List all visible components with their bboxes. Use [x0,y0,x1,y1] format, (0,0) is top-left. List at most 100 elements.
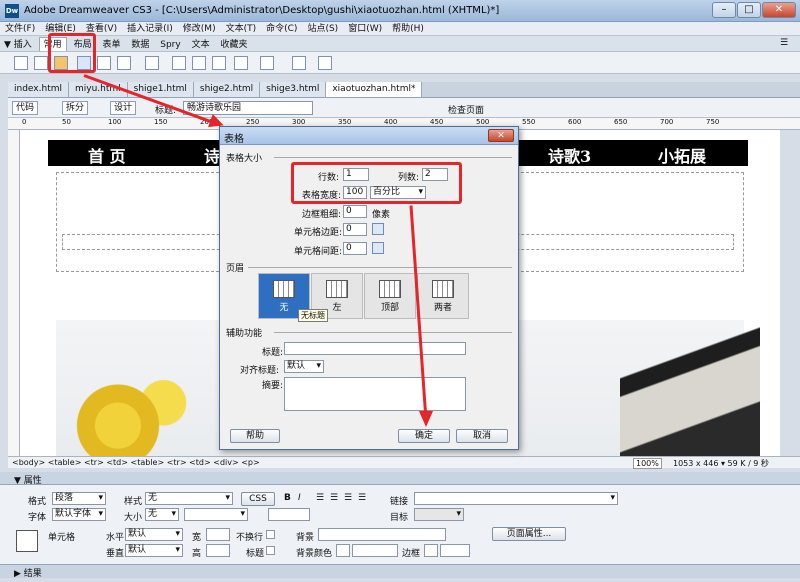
align-left-icon[interactable]: ☰ [316,493,324,503]
zoom-select[interactable]: 100% [633,458,662,469]
vert-select[interactable]: 默认 [125,544,183,557]
size-unit-select[interactable] [184,508,248,521]
target-label: 目标 [390,513,409,523]
bgcolor-input[interactable] [352,544,398,557]
page-properties-button[interactable]: 页面属性... [492,527,566,541]
results-panel-header[interactable]: ▶ 结果 [0,564,800,579]
horz-select[interactable]: 默认 [125,528,183,541]
nav-extension[interactable]: 小拓展 [658,143,706,167]
cancel-button[interactable]: 取消 [456,429,508,443]
tab-forms[interactable]: 表单 [98,38,124,52]
size-label: 大小 [124,513,143,523]
server-include-icon[interactable] [192,56,206,70]
tab-xiaotuozhan[interactable]: xiaotuozhan.html* [326,82,423,97]
check-page-button[interactable]: 检查页面 [448,103,484,116]
menu-window[interactable]: 窗口(W) [343,22,387,36]
templates-icon[interactable] [292,56,306,70]
dialog-title: 表格 [224,134,244,145]
header-both-option[interactable]: 两者 [417,273,469,319]
comment-icon[interactable] [212,56,226,70]
menu-help[interactable]: 帮助(H) [387,22,429,36]
style-label: 样式 [124,497,143,507]
menu-modify[interactable]: 修改(M) [178,22,221,36]
split-view-button[interactable]: 拆分 [62,101,89,115]
format-select[interactable]: 段落 [52,492,106,505]
border-color-input[interactable] [440,544,470,557]
design-view-button[interactable]: 设计 [110,101,137,115]
style-select[interactable]: 无 [145,492,233,505]
close-button[interactable]: ✕ [762,2,796,18]
insert-bar-title[interactable]: ▼ 插入 [0,38,36,52]
caption-input[interactable] [284,342,466,355]
hyperlink-icon[interactable] [14,56,28,70]
tag-selector[interactable]: <body> <table> <tr> <td> <table> <tr> <t… [12,458,260,467]
cell-width-input[interactable] [206,528,230,541]
border-label: 边框 [402,549,421,559]
tag-chooser-icon[interactable] [318,56,332,70]
tab-shige2[interactable]: shige2.html [193,82,261,97]
menu-text[interactable]: 文本(T) [221,22,262,36]
bold-button[interactable]: B [284,493,291,503]
head-icon[interactable] [234,56,248,70]
align-caption-select[interactable]: 默认 [284,360,324,373]
media-icon[interactable] [145,56,159,70]
justify-icon[interactable]: ☰ [358,493,366,503]
page-title-input[interactable]: 畅游诗歌乐园 [183,101,313,115]
tab-favorites[interactable]: 收藏夹 [216,38,251,52]
align-center-icon[interactable]: ☰ [330,493,338,503]
header-tooltip: 无标题 [298,309,328,322]
section-header: 页眉 [226,264,245,274]
border-color-swatch[interactable] [424,544,438,557]
cell-spacing-input[interactable]: 0 [343,242,367,255]
menu-insert[interactable]: 插入记录(I) [122,22,178,36]
font-select[interactable]: 默认字体 [52,508,106,521]
cell-padding-input[interactable]: 0 [343,223,367,236]
menu-file[interactable]: 文件(F) [0,22,40,36]
link-input[interactable] [414,492,618,505]
menu-bar: 文件(F) 编辑(E) 查看(V) 插入记录(I) 修改(M) 文本(T) 命令(C) 站点(… [0,22,800,36]
minimize-button[interactable]: – [712,2,736,18]
help-button[interactable]: 帮助 [230,429,280,443]
bgcolor-swatch[interactable] [336,544,350,557]
target-select[interactable] [414,508,464,521]
maximize-button[interactable]: □ [737,2,761,18]
image-icon[interactable] [117,56,131,70]
options-menu-icon[interactable]: ☰ [780,38,788,48]
tab-text[interactable]: 文本 [188,38,214,52]
arrow-to-ok-head [419,411,433,427]
bg-label: 背景 [296,533,315,543]
nowrap-label: 不换行 [236,533,264,543]
align-right-icon[interactable]: ☰ [344,493,352,503]
summary-textarea[interactable] [284,377,466,411]
cell-spacing-icon [372,242,384,254]
text-color-input[interactable] [268,508,310,521]
cell-spacing-label: 单元格间距: [294,247,343,257]
border-width-input[interactable]: 0 [343,205,367,218]
size-select[interactable]: 无 [145,508,179,521]
date-icon[interactable] [172,56,186,70]
menu-site[interactable]: 站点(S) [302,22,343,36]
tab-index[interactable]: index.html [8,82,69,97]
script-icon[interactable] [260,56,274,70]
nav-poem-partial[interactable]: 诗 [204,143,220,167]
email-link-icon[interactable] [34,56,48,70]
nav-poem3[interactable]: 诗歌3 [548,143,591,167]
header-top-option[interactable]: 顶部 [364,273,416,319]
tab-shige3[interactable]: shige3.html [260,82,327,97]
properties-header[interactable]: ▼ 属性 [0,472,800,486]
nav-home[interactable]: 首 页 [88,143,126,167]
header-checkbox[interactable] [266,546,275,555]
nowrap-checkbox[interactable] [266,530,275,539]
cell-height-input[interactable] [206,544,230,557]
dialog-close-button[interactable]: ✕ [488,129,514,142]
tab-spry[interactable]: Spry [156,38,184,52]
ok-button[interactable]: 确定 [398,429,450,443]
bg-image-input[interactable] [318,528,446,541]
menu-commands[interactable]: 命令(C) [261,22,302,36]
cell-height-label: 高 [192,549,202,559]
italic-button[interactable]: I [298,493,301,503]
code-view-button[interactable]: 代码 [12,101,39,115]
insert-div-icon[interactable] [97,56,111,70]
css-button[interactable]: CSS [241,492,275,506]
tab-data[interactable]: 数据 [127,38,153,52]
